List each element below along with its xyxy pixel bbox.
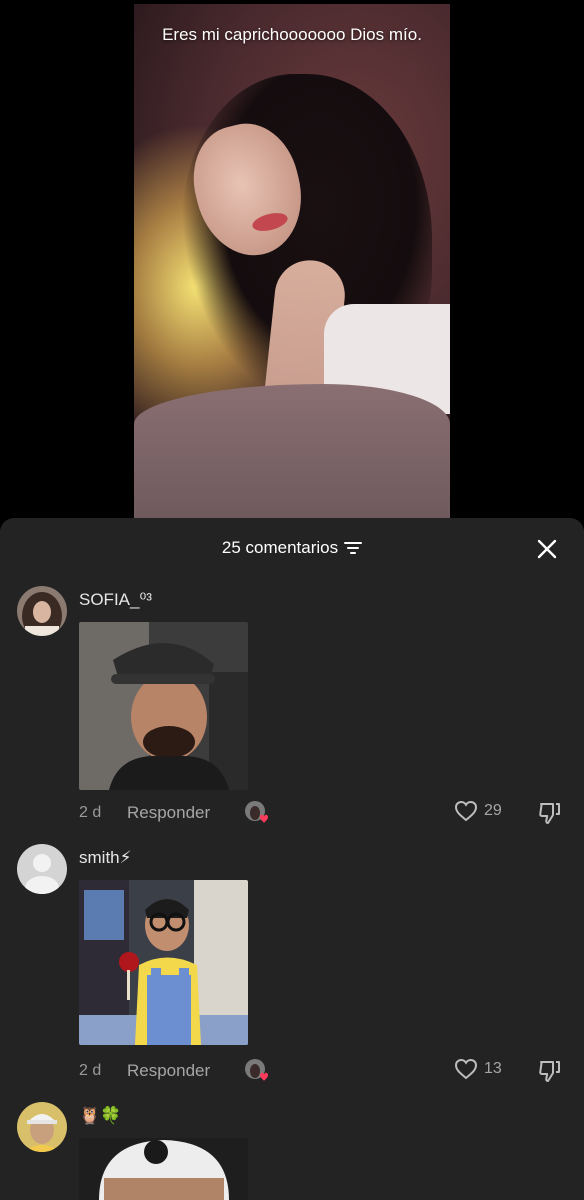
- video-frame-blanket: [134, 384, 450, 518]
- creator-liked-icon: [245, 1059, 268, 1081]
- comment-photo[interactable]: [79, 1138, 248, 1200]
- comment-meta: 2 d Responder 13: [79, 1058, 584, 1086]
- avatar-photo: [17, 1102, 67, 1152]
- dislike-icon[interactable]: [537, 800, 563, 826]
- comments-header: 25 comentarios: [0, 518, 584, 576]
- comment-time: 2 d: [79, 804, 102, 821]
- comment-item: SOFIA_⁰³ 2 d Responder 29: [0, 586, 584, 846]
- comment-username[interactable]: SOFIA_⁰³: [79, 590, 152, 610]
- comment-photo[interactable]: [79, 880, 248, 1045]
- comments-count-label: 25 comentarios: [221, 538, 339, 557]
- comment-photo[interactable]: [79, 622, 248, 790]
- filter-lines-icon[interactable]: [344, 541, 363, 555]
- like-button[interactable]: 29: [454, 800, 502, 822]
- avatar-default[interactable]: [17, 844, 67, 894]
- close-button[interactable]: [534, 536, 560, 562]
- comment-time: 2 d: [79, 1062, 102, 1079]
- video-caption: Eres mi caprichooooooo Dios mío.: [162, 25, 422, 44]
- avatar-photo: [17, 586, 67, 636]
- avatar[interactable]: [17, 586, 67, 636]
- comment-username[interactable]: smith⚡: [79, 848, 132, 868]
- like-button[interactable]: 13: [454, 1058, 502, 1080]
- comments-title[interactable]: 25 comentarios: [0, 538, 584, 558]
- comment-photo-image: [79, 622, 248, 790]
- avatar[interactable]: [17, 1102, 67, 1152]
- heart-outline-icon: [454, 800, 478, 822]
- like-count: 13: [484, 1060, 502, 1077]
- comment-meta: 2 d Responder 29: [79, 800, 584, 828]
- creator-liked-icon: [245, 801, 268, 823]
- comments-sheet: 25 comentarios SOFIA_⁰³ 2 d Responder 29…: [0, 518, 584, 1200]
- reply-button[interactable]: Responder: [127, 1061, 210, 1081]
- heart-outline-icon: [454, 1058, 478, 1080]
- dislike-icon[interactable]: [537, 1058, 563, 1084]
- video-player[interactable]: Eres mi caprichooooooo Dios mío.: [134, 4, 450, 518]
- reply-button[interactable]: Responder: [127, 803, 210, 823]
- default-user-icon: [17, 844, 67, 894]
- comment-username[interactable]: 🦉🍀: [79, 1106, 121, 1126]
- like-count: 29: [484, 802, 502, 819]
- close-icon: [537, 539, 557, 559]
- comment-item: smith⚡ 2 d Responder 13: [0, 844, 584, 1104]
- comment-photo-image: [79, 880, 248, 1045]
- comment-photo-image: [79, 1138, 248, 1200]
- comment-item: 🦉🍀: [0, 1102, 584, 1200]
